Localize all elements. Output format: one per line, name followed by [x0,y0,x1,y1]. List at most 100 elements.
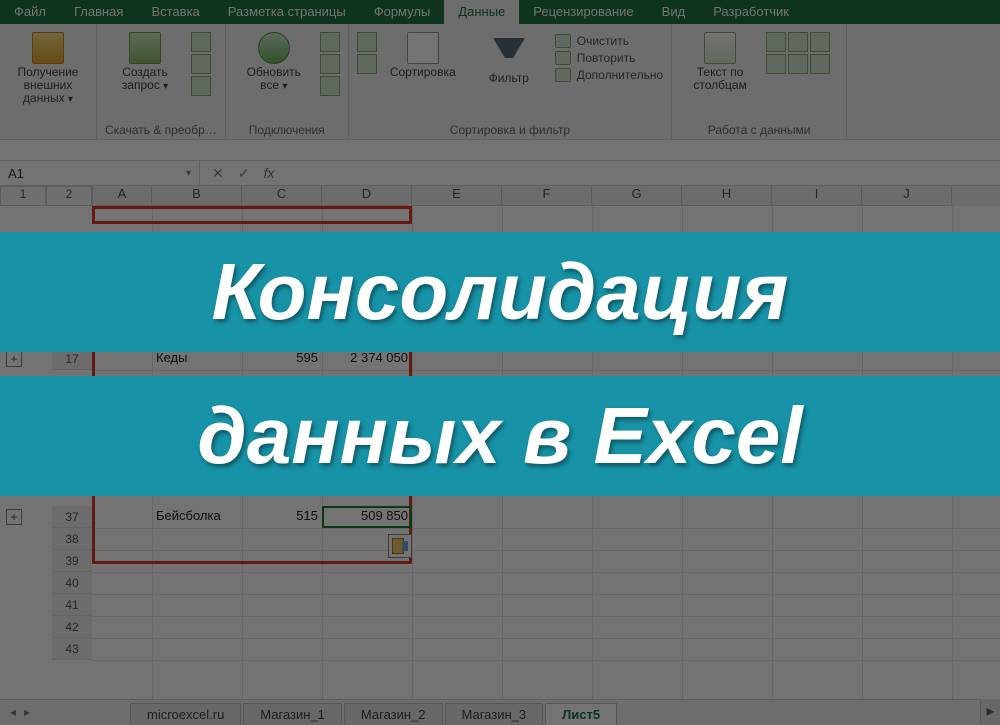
sheet-tab-microexcel.ru[interactable]: microexcel.ru [130,703,241,725]
cancel-formula-icon[interactable]: ✕ [212,165,224,182]
ribbon-group-label-2: Подключения [234,121,340,137]
menu-tab-формулы[interactable]: Формулы [360,0,445,24]
ribbon-group-label-3: Сортировка и фильтр [357,121,663,137]
data-tools-mini-5[interactable] [810,54,830,74]
sheet-tab-Магазин_2[interactable]: Магазин_2 [344,703,443,725]
filter-label: Фильтр [489,72,529,85]
ribbon-group-4: Текст постолбцам Работа с данными [672,24,847,139]
menu-tab-данные[interactable]: Данные [444,0,519,24]
confirm-formula-icon[interactable]: ✓ [238,165,250,182]
sheet-nav-prev-icon[interactable]: ▸ [24,705,30,719]
ribbon: Получениевнешних данных ▾Создатьзапрос ▾… [0,24,1000,140]
data-tools-mini-2[interactable] [810,32,830,52]
formula-bar: A1 ✕ ✓ fx [0,160,1000,186]
ribbon-group-label-4: Работа с данными [680,121,838,137]
sort-desc-icon[interactable] [357,54,377,74]
filter-дополнительно-label: Дополнительно [577,68,663,82]
sheet-nav-buttons: ◂ ▸ [0,699,130,725]
get-external-data-icon [32,32,64,64]
ribbon-mini-1-2[interactable] [191,76,211,96]
ribbon-mini-1-0[interactable] [191,32,211,52]
row-header-42[interactable]: 42 [52,616,92,638]
filter-очистить[interactable]: Очистить [555,34,663,48]
text-to-columns-label: Текст постолбцам [693,66,746,92]
sheet-tab-Лист5[interactable]: Лист5 [545,703,617,725]
ribbon-group-3: Сортировка Фильтр Очистить Повторить Дополни… [349,24,672,139]
sort-button[interactable]: Сортировка [383,28,463,79]
outline-level-headers: 1 2 [0,186,92,206]
paste-options-icon[interactable] [388,534,412,558]
column-header-A[interactable]: A [92,186,152,206]
menu-tab-разметка страницы[interactable]: Разметка страницы [214,0,360,24]
filter-повторить-label: Повторить [577,51,636,65]
refresh-all-button[interactable]: Обновитьвсе ▾ [234,28,314,93]
row-header-41[interactable]: 41 [52,594,92,616]
column-header-B[interactable]: B [152,186,242,206]
create-query-label: Создатьзапрос ▾ [122,66,168,93]
filter-дополнительно-icon [555,68,571,82]
outline-level-2[interactable]: 2 [46,186,92,206]
create-query-button[interactable]: Создатьзапрос ▾ [105,28,185,93]
column-headers: ABCDEFGHIJ [92,186,1000,206]
column-header-C[interactable]: C [242,186,322,206]
sort-asc-icon[interactable] [357,32,377,52]
menu-tab-вид[interactable]: Вид [648,0,700,24]
outline-expand-17[interactable]: + [6,351,22,367]
sheet-tab-Магазин_1[interactable]: Магазин_1 [243,703,342,725]
menu-tab-вставка[interactable]: Вставка [137,0,213,24]
data-tools-mini-4[interactable] [788,54,808,74]
row-header-40[interactable]: 40 [52,572,92,594]
highlight-box-top [92,206,412,224]
row-header-38[interactable]: 38 [52,528,92,550]
name-box[interactable]: A1 [0,160,200,186]
menu-tab-файл[interactable]: Файл [0,0,60,24]
row-header-37[interactable]: 37 [52,506,92,528]
menu-tab-рецензирование[interactable]: Рецензирование [519,0,647,24]
column-header-J[interactable]: J [862,186,952,206]
ribbon-mini-1-1[interactable] [191,54,211,74]
filter-повторить[interactable]: Повторить [555,51,663,65]
column-header-G[interactable]: G [592,186,682,206]
fx-icon[interactable]: fx [263,165,274,181]
get-external-data-label: Получениевнешних данных ▾ [8,66,88,106]
cell-D37[interactable]: 509 850 [322,506,412,528]
text-to-columns-icon [704,32,736,64]
ribbon-mini-2-2[interactable] [320,76,340,96]
menu-tab-bar: ФайлГлавнаяВставкаРазметка страницыФорму… [0,0,1000,24]
column-header-I[interactable]: I [772,186,862,206]
sort-label: Сортировка [390,66,456,79]
get-external-data-button[interactable]: Получениевнешних данных ▾ [8,28,88,106]
cell-C37[interactable]: 515 [242,506,322,528]
data-tools-mini-1[interactable] [788,32,808,52]
menu-tab-разработчик[interactable]: Разработчик [699,0,803,24]
horizontal-scroll-right[interactable]: ▸ [980,699,1000,725]
column-header-F[interactable]: F [502,186,592,206]
filter-очистить-icon [555,34,571,48]
data-tools-mini-3[interactable] [766,54,786,74]
ribbon-group-2: Обновитьвсе ▾ Подключения [226,24,349,139]
outline-level-1[interactable]: 1 [0,186,46,206]
sheet-tab-Магазин_3[interactable]: Магазин_3 [445,703,544,725]
title-banner-line1: Консолидация [0,232,1000,352]
data-tools-mini-0[interactable] [766,32,786,52]
outline-expand-37[interactable]: + [6,509,22,525]
filter-очистить-label: Очистить [577,34,629,48]
ribbon-mini-2-0[interactable] [320,32,340,52]
ribbon-group-0: Получениевнешних данных ▾ [0,24,97,139]
filter-icon [493,38,525,70]
row-header-43[interactable]: 43 [52,638,92,660]
column-header-D[interactable]: D [322,186,412,206]
sort-icon [407,32,439,64]
row-header-39[interactable]: 39 [52,550,92,572]
filter-button[interactable]: Фильтр [469,28,549,85]
ribbon-group-1: Создатьзапрос ▾Скачать & преобр… [97,24,226,139]
column-header-E[interactable]: E [412,186,502,206]
filter-дополнительно[interactable]: Дополнительно [555,68,663,82]
ribbon-group-label-0 [8,135,88,137]
cell-B37[interactable]: Бейсболка [152,506,242,528]
sheet-nav-first-icon[interactable]: ◂ [10,705,16,719]
column-header-H[interactable]: H [682,186,772,206]
menu-tab-главная[interactable]: Главная [60,0,137,24]
ribbon-mini-2-1[interactable] [320,54,340,74]
text-to-columns-button[interactable]: Текст постолбцам [680,28,760,92]
